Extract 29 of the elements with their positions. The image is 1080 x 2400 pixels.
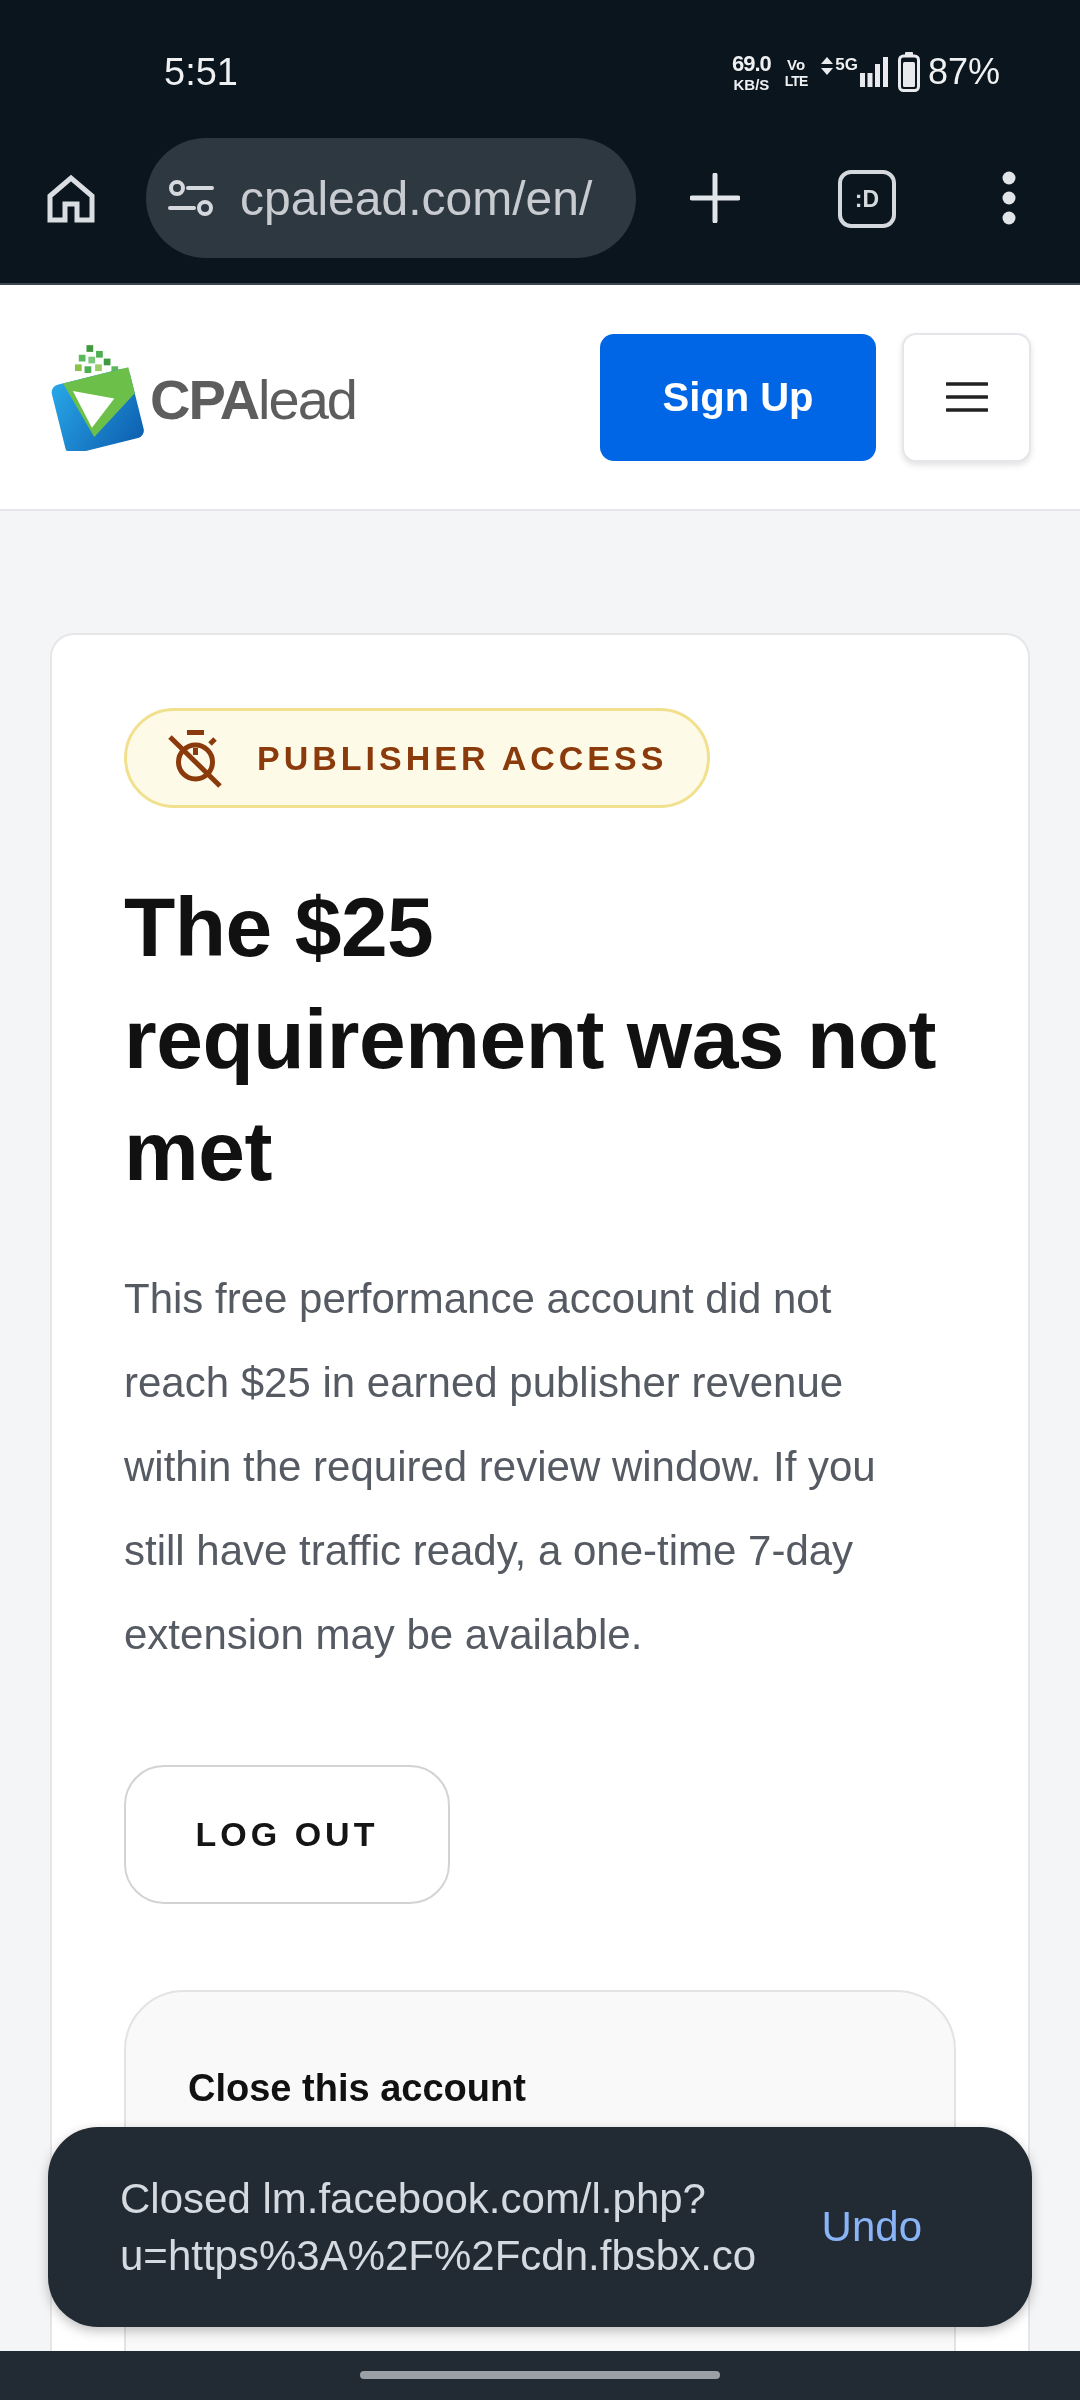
battery-percent: 87%	[927, 51, 1000, 93]
clock-time: 5:51	[164, 50, 238, 94]
network-type: 5G	[835, 55, 858, 75]
log-out-button[interactable]: LOG OUT	[124, 1765, 450, 1904]
battery-icon	[897, 52, 920, 92]
gesture-handle[interactable]	[360, 2371, 720, 2379]
menu-button[interactable]	[902, 332, 1031, 462]
tab-switcher-button[interactable]: :D	[838, 170, 896, 228]
menu-icon	[945, 382, 988, 412]
address-bar[interactable]: cpalead.com/en/	[146, 138, 636, 258]
home-icon[interactable]	[46, 174, 96, 224]
volte-label: Vo	[787, 56, 806, 72]
page-heading: The $25 requirement was not met	[124, 879, 937, 1200]
undo-button[interactable]: Undo	[821, 2203, 922, 2251]
updown-arrows-icon	[821, 57, 834, 75]
plus-icon[interactable]	[690, 173, 740, 223]
volte-label: LTE	[784, 73, 808, 88]
sign-up-button[interactable]: Sign Up	[600, 333, 876, 461]
signal-icon	[859, 57, 888, 87]
network-speed: 69.0	[732, 52, 771, 75]
network-speed-unit: KB/S	[733, 76, 770, 92]
body-paragraph: This free performance account did not reach $25 in earned publisher revenue within the required review window. If you still have traffic ready, a one-time 7-day extension may be available.	[124, 1274, 877, 1660]
snackbar-message: Closed lm.facebook.com/l.php? u=https%3A%2F%2Fcdn.fbsbx.co	[120, 2174, 757, 2281]
sliders-icon[interactable]	[168, 179, 214, 217]
logo-wordmark: CPAlead	[150, 366, 356, 432]
close-account-title: Close this account	[188, 2067, 526, 2109]
more-menu-icon[interactable]	[1002, 171, 1016, 225]
logo-icon	[50, 343, 146, 451]
badge-label: PUBLISHER ACCESS	[257, 738, 668, 778]
